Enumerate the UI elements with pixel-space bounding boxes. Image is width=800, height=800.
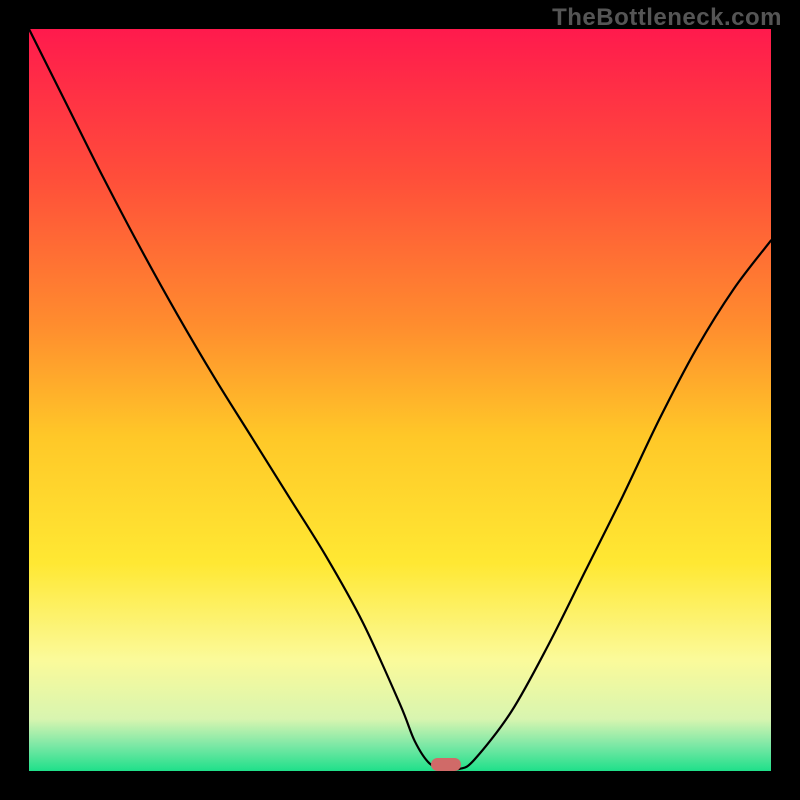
bottleneck-curve bbox=[29, 29, 771, 771]
watermark-label: TheBottleneck.com bbox=[552, 4, 782, 32]
chart-frame: TheBottleneck.com bbox=[0, 0, 800, 800]
optimal-point-marker bbox=[431, 758, 461, 771]
plot-area bbox=[29, 29, 771, 771]
